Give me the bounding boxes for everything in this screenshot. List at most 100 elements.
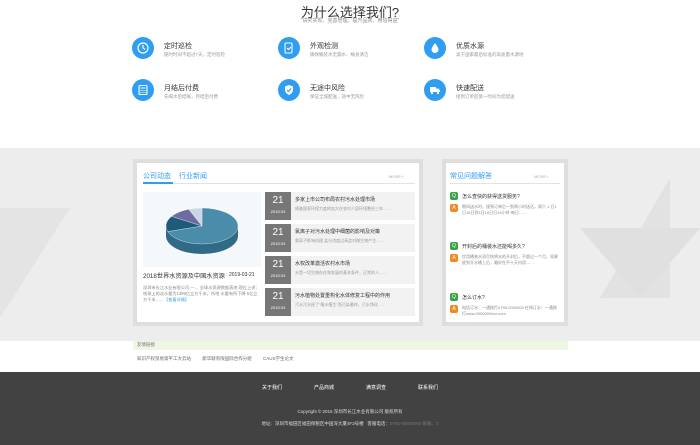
faq-question-text[interactable]: 怎么订水? — [462, 294, 485, 301]
faq-answer: A 电话订水：一通拨打0755-0000000 在线订水：一通拨打www.000… — [450, 305, 560, 319]
why-choose-us-section: 为什么选择我们? "讲究实现、完善管理、提升品质、用信得益" 定时巡检 随时时间… — [0, 0, 700, 148]
feature-desc: 确保桶装水无漏水、桶身清洁 — [310, 52, 369, 57]
feature-desc: 先喝水后结账，月结后付费 — [164, 94, 218, 99]
faq-question[interactable]: Q 开封后的桶装水还能喝多久? — [450, 242, 560, 252]
news-day: 21 — [272, 195, 284, 206]
feature-title: 快速配送 — [456, 85, 484, 92]
featured-news-text: 深圳市长江水业有限公司 一… 全球水资源数据表地 理位上讲：地球上的淡水量为13… — [143, 285, 260, 302]
featured-news-date: 2019-03-21 — [229, 272, 255, 278]
featured-news-title[interactable]: 2018世界水资源及中国水资源 — [143, 271, 225, 280]
feature-fast-delivery: 快速配送 接到订单后第一时间为您配送 — [424, 79, 564, 109]
decor-triangle — [0, 208, 70, 318]
news-date-badge: 21 2019-03 — [265, 256, 291, 284]
featured-news-more-link[interactable]: 【查看详情】 — [164, 297, 189, 302]
feature-title: 月结后付费 — [164, 85, 199, 92]
feature-title: 优质水源 — [456, 43, 484, 50]
friendly-link[interactable]: 知识产权贸易第平工大云站 — [137, 356, 191, 361]
feature-desc: 保证全城配送，途中无风险 — [310, 94, 364, 99]
friendly-links-title: 友情链接 — [137, 342, 155, 347]
faq-more-link[interactable]: MORE+ — [534, 174, 548, 179]
news-desc: 氯离子影响机理 盐分浓度过高会对微生物产生…… — [295, 238, 385, 243]
news-list-item[interactable]: 21 2019-03 污水植物处置重构化水体修复工程中的作用 污水污水经了"植水… — [265, 288, 415, 316]
truck-icon — [424, 79, 446, 101]
news-date-badge: 21 2019-03 — [265, 224, 291, 252]
news-title[interactable]: 水权改革激活农村水市场 — [295, 260, 411, 267]
faq-title: 常见问题解答 — [450, 173, 492, 180]
site-footer: 关于我们 产品商城 满意调查 联系我们 Copyright © 2016 深圳市… — [0, 372, 700, 445]
feature-monthly-billing: 月结后付费 先喝水后结账，月结后付费 — [132, 79, 272, 109]
friendly-links-section: 友情链接 知识产权贸易第平工大云站 新华联有限国际合作分组 CAUS学生论文 — [133, 341, 568, 371]
decor-triangle — [580, 228, 700, 298]
question-badge-icon: Q — [450, 192, 458, 200]
news-list-item[interactable]: 21 2019-03 多家上市公司布局农村污水处理市场 随着国家环保力度的加大在… — [265, 192, 415, 220]
tab-active-underline — [143, 182, 173, 184]
footer-nav-shop[interactable]: 产品商城 — [314, 384, 334, 391]
news-body: 多家上市公司布局农村污水处理市场 随着国家环保力度的加大在农村人居环境整治三年…… — [291, 192, 415, 220]
news-title[interactable]: 污水植物处置重构化水体修复工程中的作用 — [295, 292, 411, 299]
news-year-month: 2019-03 — [270, 241, 286, 246]
friendly-link[interactable]: 新华联有限国际合作分组 — [202, 356, 252, 361]
footer-phone-label: 客服电话： — [367, 421, 390, 426]
faq-question-text[interactable]: 怎么查快的获得送货服务? — [462, 193, 520, 200]
tab-company-news[interactable]: 公司动态 — [143, 171, 171, 181]
news-list-item[interactable]: 21 2019-03 水权改革激活农村水市场 水是一切生物存在和发展的基本条件，… — [265, 256, 415, 284]
tab-industry-news[interactable]: 行业新闻 — [179, 171, 207, 181]
faq-question[interactable]: Q 怎么订水? — [450, 293, 560, 303]
news-body: 氯离子对污水处理中细菌的影响及对策 氯离子影响机理 盐分浓度过高会对微生物产生…… — [291, 224, 415, 252]
feature-title: 外观检测 — [310, 43, 338, 50]
doc-check-icon — [278, 37, 300, 59]
news-year-month: 2019-03 — [270, 305, 286, 310]
news-desc: 污水污水经了"植水植生"而污染最终，污水净化…… — [295, 302, 386, 307]
news-panel: 公司动态 行业新闻 MORE+ 2018世界水资源及中国水资源 2019-03-… — [133, 159, 423, 326]
water-drop-icon — [424, 37, 446, 59]
feature-title: 定时巡检 — [164, 43, 192, 50]
news-day: 21 — [272, 227, 284, 238]
answer-badge-icon: A — [450, 254, 458, 262]
faq-question[interactable]: Q 怎么查快的获得送货服务? — [450, 192, 560, 202]
faq-panel: 常见问题解答 MORE+ Q 怎么查快的获得送货服务? A 期间送水时，接到订单… — [442, 159, 568, 326]
feature-quality-water: 优质水源 高于国家最后标准的高质量水源地 — [424, 37, 564, 67]
featured-news-image[interactable] — [143, 192, 261, 267]
feature-desc: 高于国家最后标准的高质量水源地 — [456, 52, 524, 57]
answer-badge-icon: A — [450, 204, 458, 212]
news-title[interactable]: 氯离子对污水处理中细菌的影响及对策 — [295, 228, 411, 235]
footer-phone-value: 0755-00000000 邮箱：0 — [389, 421, 439, 426]
faq-answer: A 饮用桶装水须尽快将水的开封后，不超过一个月，如果放到开水桶上后，最好在平十天… — [450, 254, 560, 284]
faq-answer-text: 饮用桶装水须尽快将水的开封后，不超过一个月，如果放到开水桶上后，最好在平十天内用… — [462, 254, 558, 265]
faq-question-text[interactable]: 开封后的桶装水还能喝多久? — [462, 243, 525, 250]
tab-divider — [143, 183, 415, 184]
shield-check-icon — [278, 79, 300, 101]
feature-title: 无途中风险 — [310, 85, 345, 92]
why-subtitle: "讲究实现、完善管理、提升品质、用信得益" — [300, 18, 400, 24]
friendly-link[interactable]: CAUS学生论文 — [263, 356, 294, 361]
pie-chart — [165, 207, 239, 254]
news-more-link[interactable]: MORE+ — [389, 174, 403, 179]
feature-appearance-check: 外观检测 确保桶装水无漏水、桶身清洁 — [278, 37, 418, 67]
footer-nav-about[interactable]: 关于我们 — [262, 384, 282, 391]
news-date-badge: 21 2019-03 — [265, 288, 291, 316]
news-desc: 随着国家环保力度的加大在农村人居环境整治三年…… — [295, 206, 391, 211]
featured-news-summary: 深圳市长江水业有限公司 一… 全球水资源数据表地 理位上讲：地球上的淡水量为13… — [143, 285, 261, 303]
feature-desc: 随时时间不超过7天，定时巡检 — [164, 52, 226, 57]
feature-desc: 接到订单后第一时间为您配送 — [456, 94, 515, 99]
faq-answer: A 期间送水时，接到订单后一到两小时送达，周六 1 日1日18日到1日18日日1… — [450, 204, 560, 228]
calculator-icon — [132, 79, 154, 101]
answer-badge-icon: A — [450, 305, 458, 313]
news-year-month: 2019-03 — [270, 273, 286, 278]
feature-scheduled-inspection: 定时巡检 随时时间不超过7天，定时巡检 — [132, 37, 272, 67]
footer-nav-survey[interactable]: 满意调查 — [366, 384, 386, 391]
news-list-item[interactable]: 21 2019-03 氯离子对污水处理中细菌的影响及对策 氯离子影响机理 盐分浓… — [265, 224, 415, 252]
footer-address-line: 地址：深圳市福田区福田保税区中国深大厦4F3号楼 客服电话：0755-00000… — [0, 421, 700, 427]
footer-copyright: Copyright © 2016 深圳市长江水业有限公司 版权所有 — [297, 409, 403, 414]
news-year-month: 2019-03 — [270, 209, 286, 214]
question-badge-icon: Q — [450, 242, 458, 250]
clock-icon — [132, 37, 154, 59]
news-title[interactable]: 多家上市公司布局农村污水处理市场 — [295, 196, 411, 203]
news-body: 水权改革激活农村水市场 水是一切生物存在和发展的基本条件，正常的人…… — [291, 256, 415, 284]
faq-divider — [450, 183, 560, 184]
news-day: 21 — [272, 259, 284, 270]
news-day: 21 — [272, 291, 284, 302]
news-date-badge: 21 2019-03 — [265, 192, 291, 220]
footer-nav-contact[interactable]: 联系我们 — [418, 384, 438, 391]
faq-answer-text: 电话订水：一通拨打0755-0000000 在线订水：一通拨打www.00000… — [462, 305, 557, 316]
